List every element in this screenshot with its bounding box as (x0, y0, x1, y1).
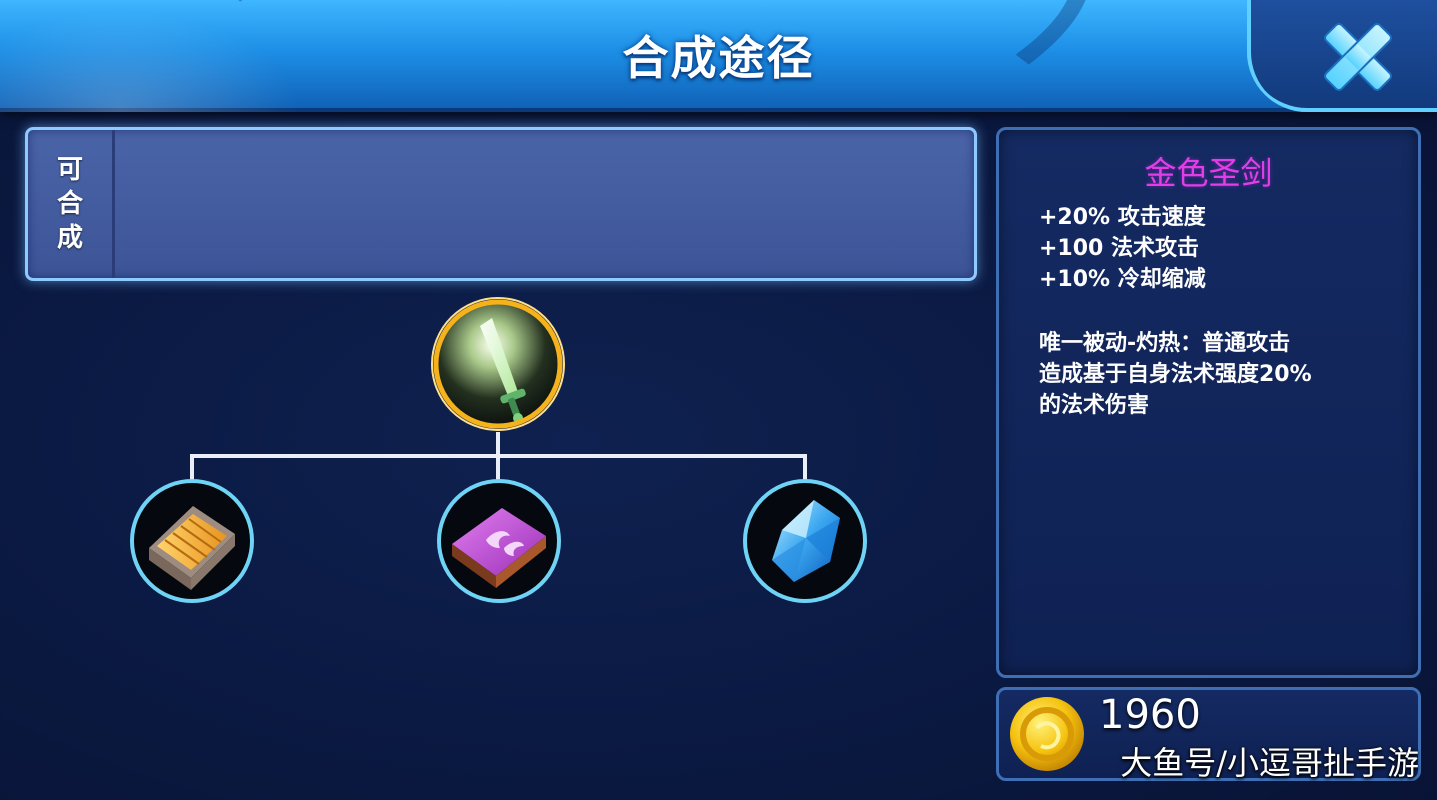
price-value: 1960 (1099, 692, 1201, 738)
purple-spellbook-icon (437, 479, 561, 603)
recipe-component-item[interactable] (436, 478, 562, 604)
item-name: 金色圣剑 (1144, 154, 1273, 192)
stat-line: +100 法术攻击 (1039, 236, 1200, 261)
passive-line: 唯一被动-灼热：普通攻击 (1039, 331, 1291, 356)
item-info-panel: 金色圣剑 +20% 攻击速度 +100 法术攻击 +10% 冷却缩减 唯一被动-… (996, 127, 1421, 678)
stat-line: +20% 攻击速度 (1039, 205, 1206, 230)
wooden-crate-icon (130, 479, 254, 603)
recipe-root-item[interactable] (430, 296, 566, 432)
passive-line: 造成基于自身法术强度20% (1039, 362, 1312, 387)
stat-line: +10% 冷却缩减 (1039, 267, 1206, 292)
recipe-component-item[interactable] (129, 478, 255, 604)
close-icon (1324, 23, 1392, 91)
close-button[interactable] (1319, 18, 1397, 96)
recipe-component-item[interactable] (742, 478, 868, 604)
item-passive-description: 唯一被动-灼热：普通攻击 造成基于自身法术强度20% 的法术伤害 (1039, 328, 1379, 421)
passive-line: 的法术伤害 (1039, 393, 1150, 418)
gold-coin-icon (1010, 697, 1084, 771)
item-stats: +20% 攻击速度 +100 法术攻击 +10% 冷却缩减 (1039, 202, 1206, 295)
blue-crystal-icon (743, 479, 867, 603)
crafting-path-screen: 合成途径 可 合 成 金色圣剑 +20% 攻击速度 +100 法术攻击 +10%… (0, 0, 1437, 800)
golden-sword-icon (431, 297, 565, 431)
watermark-text: 大鱼号/小逗哥扯手游 (1120, 744, 1419, 782)
